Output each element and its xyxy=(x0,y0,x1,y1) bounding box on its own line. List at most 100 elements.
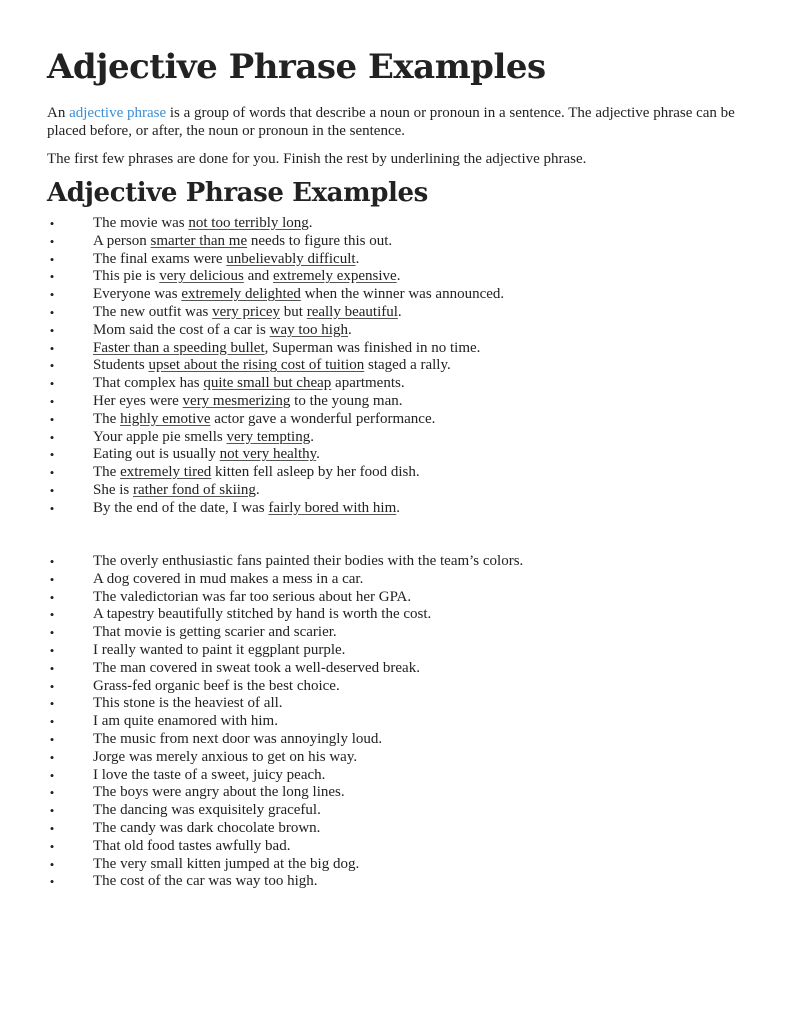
list-item: • That old food tastes awfully bad. xyxy=(47,838,523,856)
bullet-icon: • xyxy=(49,233,55,249)
list-item: • The very small kitten jumped at the big… xyxy=(47,856,523,874)
intro-prefix: An xyxy=(47,105,70,121)
bullet-icon: • xyxy=(49,731,55,747)
sentence-text: A dog covered in mud makes a mess in a c… xyxy=(93,570,364,587)
sentence-text: Grass-fed organic beef is the best choic… xyxy=(93,677,340,694)
sentence-text: . xyxy=(310,428,314,445)
list-item: • The dancing was exquisitely graceful. xyxy=(47,802,523,820)
sentence-text: By the end of the date, I was xyxy=(93,499,269,516)
sentence-text: The very small kitten jumped at the big … xyxy=(93,855,360,872)
sentence-text: The movie was xyxy=(93,215,189,231)
bullet-icon: • xyxy=(49,216,55,231)
bullet-icon: • xyxy=(49,251,55,267)
list-item: • Her eyes were very mesmerizing to the y… xyxy=(47,393,504,411)
bullet-icon: • xyxy=(49,820,55,836)
sentence-text: Eating out is usually xyxy=(93,446,220,463)
list-item: • Everyone was extremely delighted when t… xyxy=(47,286,504,304)
sentence-text: . xyxy=(255,481,260,498)
list-item: • Grass-fed organic beef is the best choi… xyxy=(47,678,523,696)
underlined-adjective-phrase: smarter than me xyxy=(150,232,248,249)
underlined-adjective-phrase: really beautiful xyxy=(306,303,398,320)
bullet-icon: • xyxy=(49,358,55,374)
underlined-adjective-phrase: Faster than a speeding bullet xyxy=(93,339,265,356)
sentence-text: The xyxy=(93,464,121,481)
list-item: • A person smarter than me needs to figur… xyxy=(47,233,504,251)
sentence-text: The man covered in sweat took a well-des… xyxy=(93,659,420,676)
sentence-text: . xyxy=(308,215,313,231)
bullet-icon: • xyxy=(49,785,55,801)
list-item: • Jorge was merely anxious to get on his … xyxy=(47,749,523,767)
sentence-text: . xyxy=(396,268,401,285)
bullet-icon: • xyxy=(49,607,55,623)
page-title: Adjective Phrase Examples xyxy=(47,47,546,87)
underlined-adjective-phrase: upset about the rising cost of tuition xyxy=(148,357,365,374)
list-item: • This stone is the heaviest of all. xyxy=(47,695,523,713)
bullet-icon: • xyxy=(49,304,55,320)
sentence-text: . xyxy=(397,303,402,320)
sentence-text: The cost of the car was way too high. xyxy=(93,873,318,890)
sentence-text: I love the taste of a sweet, juicy peach… xyxy=(93,766,326,783)
sentence-text: Students xyxy=(93,357,149,374)
bullet-icon: • xyxy=(49,429,55,445)
list-item: • She is rather fond of skiing. xyxy=(47,482,504,500)
underlined-adjective-phrase: very mesmerizing xyxy=(182,392,291,409)
underlined-adjective-phrase: very pricey xyxy=(212,303,281,320)
sentence-text: and xyxy=(243,268,273,285)
bullet-icon: • xyxy=(49,447,55,463)
sentence-text: . xyxy=(355,250,360,267)
bullet-icon: • xyxy=(49,874,55,890)
bullet-icon: • xyxy=(49,376,55,392)
sentence-text: The boys were angry about the long lines… xyxy=(93,784,345,801)
sentence-text: needs to figure this out. xyxy=(247,232,393,249)
list-item: • The final exams were unbelievably diffi… xyxy=(47,251,504,269)
sentence-text: , Superman was finished in no time. xyxy=(264,339,481,356)
sentence-text: That complex has xyxy=(93,375,204,392)
list-item: • The cost of the car was way too high. xyxy=(47,873,523,891)
sentence-text: This stone is the heaviest of all. xyxy=(93,695,283,712)
bullet-icon: • xyxy=(49,642,55,658)
bullet-icon: • xyxy=(49,322,55,338)
bullet-icon: • xyxy=(49,287,55,303)
list-item: • The extremely tired kitten fell asleep … xyxy=(47,464,504,482)
bullet-icon: • xyxy=(49,500,55,516)
sentence-text: staged a rally. xyxy=(364,357,451,374)
list-item: • That movie is getting scarier and scari… xyxy=(47,624,523,642)
sentence-text: The music from next door was annoyingly … xyxy=(93,730,383,747)
sentence-text: Mom said the cost of a car is xyxy=(93,321,270,338)
intro-paragraph: An adjective phrase is a group of words … xyxy=(47,104,747,140)
list-item: • The overly enthusiastic fans painted th… xyxy=(47,553,524,571)
underlined-adjective-phrase: extremely expensive xyxy=(272,268,397,285)
bullet-icon: • xyxy=(49,749,55,765)
adjective-phrase-link[interactable]: adjective phrase xyxy=(69,105,166,121)
sentence-text: kitten fell asleep by her food dish. xyxy=(211,464,420,481)
bullet-icon: • xyxy=(49,856,55,872)
list-item: • The boys were angry about the long line… xyxy=(47,784,523,802)
sentence-text: I am quite enamored with him. xyxy=(93,713,278,730)
bullet-icon: • xyxy=(49,393,55,409)
sentence-text: . xyxy=(316,446,320,463)
sentence-text: The dancing was exquisitely graceful. xyxy=(93,802,321,819)
sentence-text: The candy was dark chocolate brown. xyxy=(93,819,321,836)
bullet-icon: • xyxy=(49,767,55,783)
sentence-text: This pie is xyxy=(93,268,160,285)
underlined-adjective-phrase: very tempting xyxy=(226,428,311,445)
bullet-icon: • xyxy=(49,696,55,712)
sentence-text: Your apple pie smells xyxy=(93,428,227,445)
bullet-icon: • xyxy=(49,838,55,854)
sentence-text: but xyxy=(280,303,307,320)
list-item: • Students upset about the rising cost of… xyxy=(47,357,504,375)
list-item: • I really wanted to paint it eggplant pu… xyxy=(47,642,523,660)
underlined-adjective-phrase: highly emotive xyxy=(120,410,211,427)
bullet-icon: • xyxy=(49,660,55,676)
sentence-text: A tapestry beautifully stitched by hand … xyxy=(93,606,432,623)
list-item: • Your apple pie smells very tempting. xyxy=(47,429,504,447)
underlined-adjective-phrase: not very healthy xyxy=(219,446,317,463)
bullet-icon: • xyxy=(49,678,55,694)
underlined-adjective-phrase: fairly bored with him xyxy=(268,499,397,516)
list-item: • Faster than a speeding bullet, Superman… xyxy=(47,340,504,358)
list-item: • The movie was not too terribly long. xyxy=(47,215,504,233)
underlined-adjective-phrase: not too terribly long xyxy=(188,215,309,231)
list-item: • By the end of the date, I was fairly bo… xyxy=(47,500,504,518)
instructions-paragraph: The first few phrases are done for you. … xyxy=(47,151,587,167)
sentence-text: The xyxy=(93,410,121,427)
